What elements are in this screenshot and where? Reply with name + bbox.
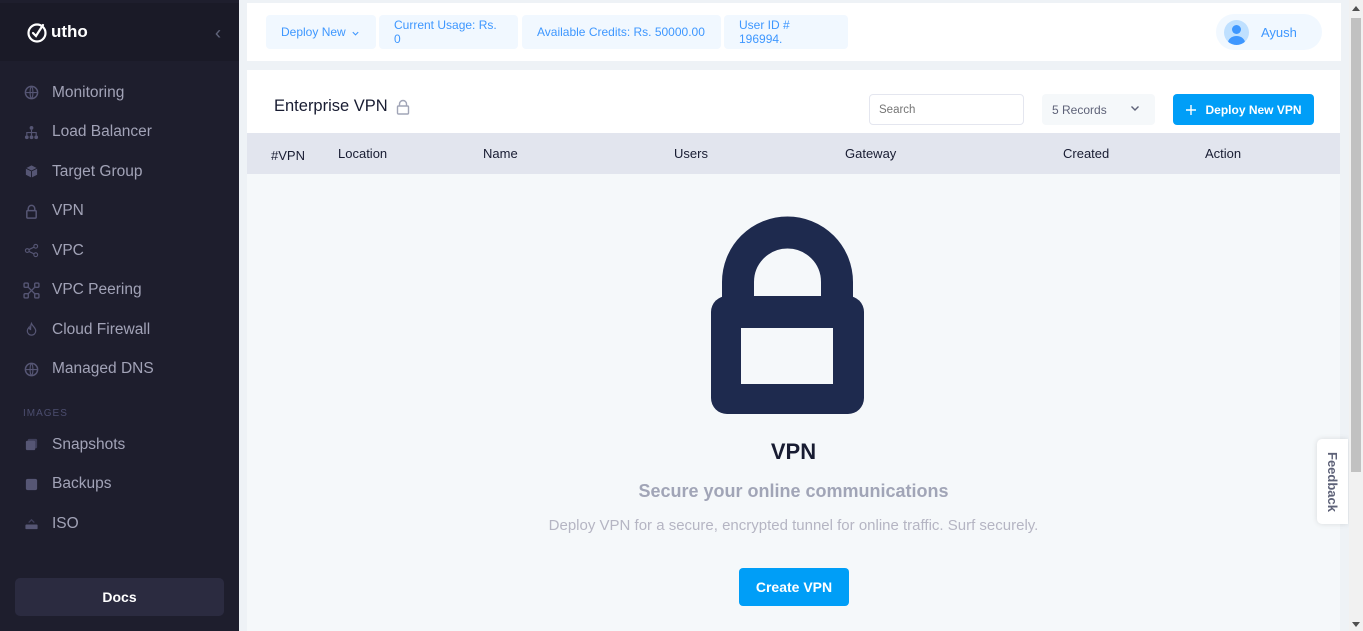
feedback-tab[interactable]: Feedback — [1317, 439, 1348, 524]
empty-state-subtitle: Secure your online communications — [638, 481, 949, 501]
chevron-down-icon — [1131, 106, 1139, 111]
table-header: #VPN Location Name Users Gateway Created… — [247, 133, 1340, 174]
empty-state-title: VPN — [770, 439, 817, 464]
sidebar-item-monitoring[interactable]: Monitoring — [0, 73, 239, 113]
globe-icon — [23, 84, 40, 101]
archive-icon — [23, 476, 40, 493]
records-value: 5 Records — [1052, 102, 1107, 117]
nodes-icon — [23, 282, 40, 299]
page-scrollbar[interactable] — [1349, 0, 1363, 631]
available-credits-badge: Available Credits: Rs. 50000.00 — [522, 15, 721, 49]
sidebar-item-label: VPN — [52, 202, 84, 220]
fire-icon — [23, 321, 40, 338]
deploy-new-dropdown[interactable]: Deploy New — [266, 15, 376, 49]
logo-text: utho — [51, 22, 88, 41]
search-input[interactable] — [869, 94, 1024, 125]
sidebar-item-cloud-firewall[interactable]: Cloud Firewall — [0, 310, 239, 350]
lock-icon — [23, 203, 40, 220]
docs-button[interactable]: Docs — [15, 578, 224, 616]
sidebar-item-label: Cloud Firewall — [52, 320, 151, 338]
sidebar-item-label: Target Group — [52, 162, 143, 180]
user-menu[interactable]: Ayush — [1216, 14, 1322, 50]
globe-icon — [23, 361, 40, 378]
cube-icon — [23, 163, 40, 180]
column-header-location: Location — [338, 146, 388, 161]
current-usage-text: Current Usage: Rs. 0 — [394, 18, 497, 46]
column-header-action: Action — [1205, 146, 1242, 161]
scroll-up-icon[interactable] — [1352, 6, 1360, 11]
sidebar-item-label: Backups — [52, 475, 112, 493]
sidebar: utho ‹‹ Monitoring Load Balancer Target … — [0, 0, 239, 631]
top-bar: Deploy New Current Usage: Rs. 0 Availabl… — [247, 3, 1341, 61]
deploy-new-vpn-label: Deploy New VPN — [1205, 102, 1302, 117]
sidebar-item-vpc[interactable]: VPC — [0, 231, 239, 271]
page-title-text: Enterprise VPN — [274, 97, 388, 115]
sidebar-item-load-balancer[interactable]: Load Balancer — [0, 113, 239, 153]
column-header-gateway: Gateway — [845, 146, 897, 161]
column-header-created: Created — [1063, 146, 1110, 161]
page-title: Enterprise VPN — [274, 97, 410, 116]
vpn-card: Enterprise VPN 5 Records Deploy New VPN … — [247, 70, 1340, 631]
sidebar-item-label: Monitoring — [52, 83, 125, 101]
sidebar-section-images: IMAGES — [23, 408, 68, 419]
sidebar-item-label: VPC Peering — [52, 281, 142, 299]
sidebar-item-iso[interactable]: ISO — [0, 504, 239, 544]
network-icon — [23, 124, 40, 141]
sidebar-item-label: VPC — [52, 241, 84, 259]
feedback-label: Feedback — [1325, 451, 1340, 512]
sidebar-item-target-group[interactable]: Target Group — [0, 152, 239, 192]
scroll-thumb[interactable] — [1351, 18, 1361, 472]
column-header-name: Name — [483, 146, 518, 161]
sidebar-item-vpn[interactable]: VPN — [0, 192, 239, 232]
stack-icon — [23, 436, 40, 453]
column-header-vpn: #VPN — [271, 148, 305, 163]
sidebar-item-label: Managed DNS — [52, 360, 154, 378]
brand-header: utho ‹‹ — [0, 3, 239, 61]
sidebar-item-label: Load Balancer — [52, 123, 152, 141]
lock-icon — [396, 99, 409, 115]
sidebar-item-backups[interactable]: Backups — [0, 465, 239, 505]
check-circle-icon — [27, 23, 47, 43]
records-select[interactable]: 5 Records — [1042, 94, 1155, 125]
vpn-lock-illustration-icon — [711, 216, 864, 414]
user-id-badge: User ID # 196994. — [724, 15, 848, 49]
plus-icon — [1186, 104, 1197, 115]
user-name: Ayush — [1261, 24, 1297, 40]
current-usage-badge: Current Usage: Rs. 0 — [379, 15, 518, 49]
logo[interactable]: utho — [26, 21, 88, 43]
column-header-users: Users — [674, 146, 708, 161]
chevron-down-icon — [352, 31, 359, 36]
sidebar-item-label: Snapshots — [52, 435, 126, 453]
sidebar-item-label: ISO — [52, 514, 79, 532]
sidebar-item-vpc-peering[interactable]: VPC Peering — [0, 271, 239, 311]
deploy-new-vpn-button[interactable]: Deploy New VPN — [1173, 94, 1314, 125]
available-credits-text: Available Credits: Rs. 50000.00 — [537, 25, 705, 39]
avatar — [1224, 19, 1249, 45]
empty-state-description: Deploy VPN for a secure, encrypted tunne… — [548, 517, 1039, 534]
user-id-text: User ID # 196994. — [739, 18, 790, 46]
share-icon — [23, 242, 40, 259]
sidebar-nav: Monitoring Load Balancer Target Group VP… — [0, 73, 239, 544]
deploy-new-label: Deploy New — [281, 25, 346, 39]
disc-icon — [23, 515, 40, 532]
create-vpn-button[interactable]: Create VPN — [739, 568, 849, 606]
sidebar-item-managed-dns[interactable]: Managed DNS — [0, 350, 239, 390]
card-header: Enterprise VPN 5 Records Deploy New VPN — [247, 70, 1340, 133]
sidebar-item-snapshots[interactable]: Snapshots — [0, 425, 239, 465]
scroll-down-icon[interactable] — [1352, 622, 1360, 627]
